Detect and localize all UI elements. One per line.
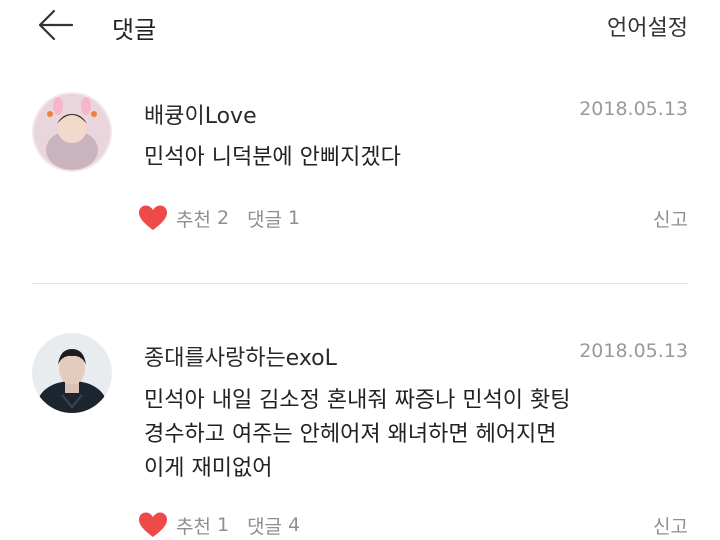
divider (32, 283, 688, 284)
comment-text-line: 이게 재미없어 (144, 456, 273, 481)
avatar-image (32, 333, 112, 413)
report-button[interactable]: 신고 (653, 205, 688, 232)
recommend-count: 1 (216, 514, 230, 536)
report-button[interactable]: 신고 (653, 512, 688, 539)
comment-text: 민석아 내일 김소정 혼내줘 짜증나 민석이 홧팅 경수하고 여주는 안헤어져 … (144, 384, 684, 486)
avatar[interactable] (32, 333, 112, 413)
reply-count: 4 (288, 514, 301, 536)
recommend-count: 2 (216, 207, 230, 229)
reply-button[interactable]: 댓글 (247, 205, 282, 232)
back-button[interactable] (36, 8, 76, 42)
reply-count: 1 (288, 207, 301, 229)
recommend-label[interactable]: 추천 (176, 512, 211, 539)
comment-actions: 추천 2 댓글 1 (138, 203, 300, 233)
avatar-image (32, 92, 112, 172)
comment-text-line: 민석아 니덕분에 안삐지겠다 (144, 145, 401, 170)
reply-button[interactable]: 댓글 (247, 512, 282, 539)
recommend-label[interactable]: 추천 (176, 205, 211, 232)
app-header: 댓글 언어설정 (0, 0, 720, 52)
language-settings-button[interactable]: 언어설정 (607, 10, 688, 42)
avatar[interactable] (32, 92, 112, 172)
heart-icon[interactable] (138, 511, 168, 539)
comment-date: 2018.05.13 (579, 98, 688, 120)
heart-icon[interactable] (138, 204, 168, 232)
comment-text-line: 경수하고 여주는 안헤어져 왜녀하면 헤어지면 (144, 422, 557, 447)
comment-text-line: 민석아 내일 김소정 혼내줘 짜증나 민석이 홧팅 (144, 388, 571, 413)
comment-date: 2018.05.13 (579, 340, 688, 362)
comment-text: 민석아 니덕분에 안삐지겠다 (144, 141, 684, 175)
comment-author[interactable]: 종대를사랑하는exoL (144, 340, 337, 372)
arrow-left-icon (38, 9, 74, 41)
page-title: 댓글 (112, 16, 157, 44)
comment-author[interactable]: 배큥이Love (144, 98, 257, 130)
comment-actions: 추천 1 댓글 4 (138, 510, 300, 540)
